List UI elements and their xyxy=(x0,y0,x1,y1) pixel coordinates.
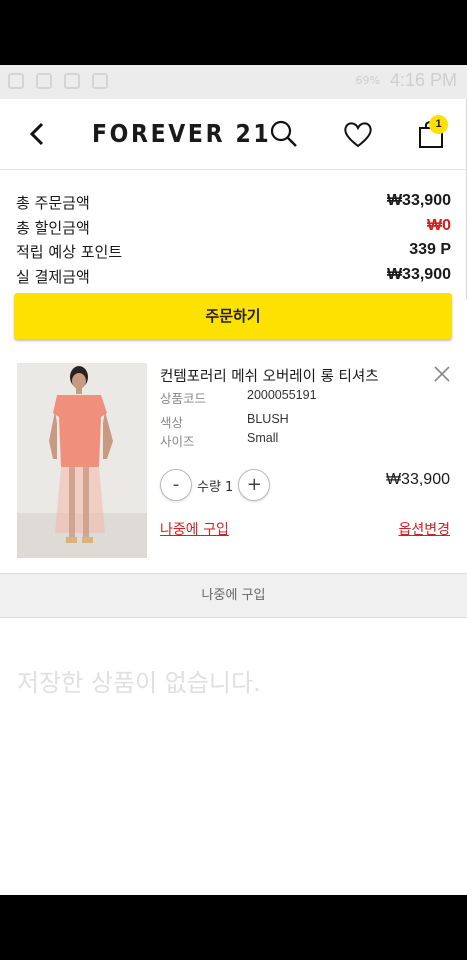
summary-row-total: 총 주문금액 ₩33,900 xyxy=(16,192,451,217)
search-icon[interactable] xyxy=(267,117,301,151)
remove-item-icon[interactable] xyxy=(433,365,451,383)
product-image[interactable] xyxy=(17,363,147,558)
product-name[interactable]: 컨템포러리 메쉬 오버레이 롱 티셔츠 xyxy=(160,365,379,386)
summary-row-discount: 총 할인금액 ₩0 xyxy=(16,217,451,242)
summary-value: ₩33,900 xyxy=(386,192,451,209)
summary-value: ₩0 xyxy=(427,216,451,234)
buy-later-link[interactable]: 나중에 구입 xyxy=(160,519,229,539)
phone-screen: 69% 4:16 PM FOREVER 21 1 총 주문금액 ₩33,900 … xyxy=(0,0,467,960)
wrench-icon xyxy=(36,73,52,89)
decrease-quantity-button[interactable]: - xyxy=(160,469,192,501)
color-value: BLUSH xyxy=(247,412,289,426)
summary-row-payment: 실 결제금액 ₩33,900 xyxy=(16,266,451,291)
vpn-icon xyxy=(92,73,108,89)
cart-page: FOREVER 21 1 총 주문금액 ₩33,900 총 할인금액 ₩0 적립… xyxy=(0,99,467,895)
quantity-text: 수량 1 xyxy=(197,479,234,495)
summary-label: 총 주문금액 xyxy=(16,194,90,212)
cart-item: 컨템포러리 메쉬 오버레이 롱 티셔츠 상품코드 2000055191 색상 B… xyxy=(0,361,467,573)
clock: 4:16 PM xyxy=(389,70,457,90)
change-option-link[interactable]: 옵션변경 xyxy=(398,519,450,539)
size-value: Small xyxy=(247,431,279,445)
status-bar: 69% 4:16 PM xyxy=(0,65,467,99)
notification-icon xyxy=(8,73,24,89)
quantity-stepper: - 수량 1 + xyxy=(160,469,271,501)
empty-saved-message: 저장한 상품이 없습니다. xyxy=(17,669,261,697)
heart-icon[interactable] xyxy=(341,117,375,151)
summary-label: 실 결제금액 xyxy=(16,267,90,286)
saved-for-later-header: 나중에 구입 xyxy=(0,573,467,618)
summary-label: 적립 예상 포인트 xyxy=(16,243,123,261)
back-arrow-icon[interactable] xyxy=(22,117,52,151)
battery-text: 69% xyxy=(355,74,380,87)
order-button[interactable]: 주문하기 xyxy=(14,293,452,339)
color-label: 색상 xyxy=(160,415,184,430)
increase-quantity-button[interactable]: + xyxy=(238,469,271,501)
summary-value: ₩33,900 xyxy=(386,265,451,283)
summary-value: 339 P xyxy=(409,241,451,258)
summary-label: 총 할인금액 xyxy=(16,218,90,237)
product-code-value: 2000055191 xyxy=(247,388,317,402)
brand-logo[interactable]: FOREVER 21 xyxy=(92,119,271,148)
image-icon xyxy=(64,73,80,89)
app-header: FOREVER 21 1 xyxy=(0,99,467,170)
order-summary: 총 주문금액 ₩33,900 총 할인금액 ₩0 적립 예상 포인트 339 P… xyxy=(0,170,467,290)
notification-icons xyxy=(8,73,108,89)
item-price: ₩33,900 xyxy=(385,471,450,488)
summary-row-points: 적립 예상 포인트 339 P xyxy=(16,241,451,266)
product-photo xyxy=(17,363,147,558)
cart-count-badge: 1 xyxy=(429,115,448,134)
status-right: 69% 4:16 PM xyxy=(356,70,458,91)
product-code-label: 상품코드 xyxy=(160,391,207,406)
size-label: 사이즈 xyxy=(160,434,195,449)
